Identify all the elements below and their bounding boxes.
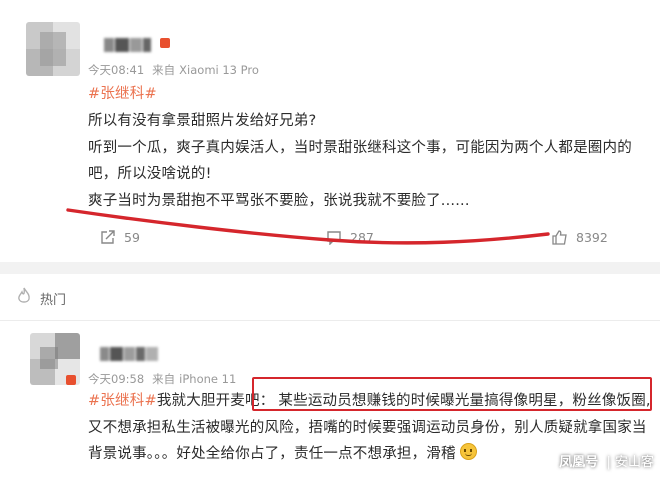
username-blurred[interactable] xyxy=(104,37,152,52)
thumbs-up-icon xyxy=(552,230,567,245)
avatar[interactable] xyxy=(26,22,80,76)
comment-count: 287 xyxy=(350,230,374,245)
post-time: 今天09:58 xyxy=(88,372,145,386)
post-text-line-3: 吧，所以没啥说的! xyxy=(88,166,212,182)
post-text-line-3: 背景说事。。。好处全给你占了，责任一点不想承担，滑稽 xyxy=(88,442,477,463)
post-text-line-4: 爽子当时为景甜抱不平骂张不要脸，张说我就不要脸了...... xyxy=(88,193,470,209)
source-device[interactable]: Xiaomi 13 Pro xyxy=(179,63,259,77)
source-prefix: 来自 xyxy=(152,63,176,77)
source-device[interactable]: iPhone 11 xyxy=(179,372,236,386)
username-blurred[interactable] xyxy=(100,346,159,361)
smirk-emoji-icon xyxy=(459,443,477,460)
watermark-separator: | xyxy=(606,455,611,470)
vip-badge-icon xyxy=(160,38,170,48)
comment-button[interactable]: 287 xyxy=(326,230,374,245)
share-button[interactable]: 59 xyxy=(100,230,140,245)
hot-section-header: 热门 xyxy=(0,274,660,321)
source-prefix: 来自 xyxy=(152,372,176,386)
fire-icon xyxy=(18,287,30,303)
watermark-logo: 凤凰号 xyxy=(559,455,599,470)
hashtag-link[interactable]: #张继科# xyxy=(88,393,157,409)
hashtag-link[interactable]: #张继科# xyxy=(88,82,157,103)
share-count: 59 xyxy=(124,230,140,245)
watermark-author: 安山客 xyxy=(614,455,654,470)
post-meta: 今天08:41 来自 Xiaomi 13 Pro xyxy=(88,62,267,78)
post-text-line-2: 听到一个瓜，爽子真内娱活人，当时景甜张继科这个事，可能因为两个人都是圈内的 xyxy=(88,140,632,156)
vip-badge-icon xyxy=(66,375,76,385)
watermark: 凤凰号 | 安山客 xyxy=(559,451,654,470)
share-icon xyxy=(101,230,115,244)
hot-label: 热门 xyxy=(40,293,67,308)
like-button[interactable]: 8392 xyxy=(552,230,608,245)
post-text-line-2: 又不想承担私生活被曝光的风险，捂嘴的时候要强调运动员身份，别人质疑就拿国家当 xyxy=(88,420,647,436)
post-time: 今天08:41 xyxy=(88,63,145,77)
comment-icon xyxy=(327,231,341,245)
like-count: 8392 xyxy=(576,230,608,245)
post-card-1: 今天08:41 来自 Xiaomi 13 Pro #张继科# 所以有没有拿景甜照片发… xyxy=(0,0,660,262)
post-text-line-1: 所以有没有拿景甜照片发给好兄弟? xyxy=(88,113,317,129)
red-box-annotation xyxy=(252,377,652,411)
post-meta: 今天09:58 来自 iPhone 11 xyxy=(88,371,244,387)
section-divider xyxy=(0,262,660,274)
